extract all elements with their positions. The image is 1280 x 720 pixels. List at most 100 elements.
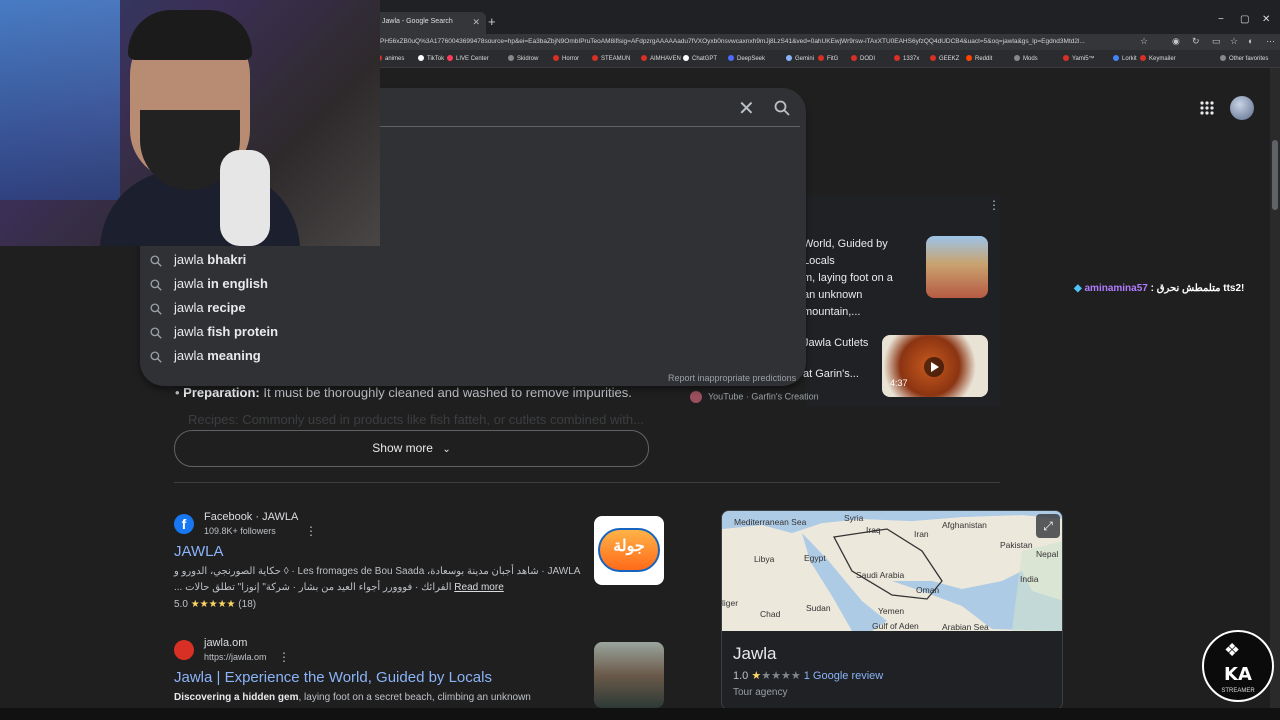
video-source[interactable]: YouTube · Garfin's Creation [690, 391, 819, 403]
bookmark-item[interactable]: DODI [851, 55, 875, 62]
bookmark-item[interactable]: ChatGPT [683, 55, 717, 62]
report-predictions-link[interactable]: Report inappropriate predictions [668, 373, 796, 383]
result-thumbnail[interactable] [594, 642, 664, 708]
rating-value: 1.0 [733, 670, 749, 682]
rating-value: 5.0 [174, 599, 188, 610]
close-tab-icon[interactable]: ✕ [472, 17, 480, 28]
suggestion-prefix: jawla [174, 276, 208, 291]
bookmark-item[interactable]: LIVE Center [447, 55, 489, 62]
search-icon[interactable] [774, 100, 790, 116]
apps-grid-icon[interactable] [1200, 101, 1214, 115]
chat-text: متلمطش نحرق tts2! [1156, 283, 1245, 294]
webcam-person-hair [128, 10, 252, 60]
jawla-logo-thumbnail[interactable]: جولة [594, 516, 664, 585]
suggestion-prefix: jawla [174, 324, 208, 339]
search-icon [150, 351, 162, 363]
result-snippet: Discovering a hidden gem, laying foot on… [174, 692, 531, 703]
result-more-icon[interactable]: ⋮ [305, 524, 317, 538]
account-avatar[interactable] [1230, 96, 1254, 120]
clear-search-icon[interactable]: ✕ [738, 96, 755, 121]
bookmark-favicon-icon [851, 55, 857, 61]
read-more-link[interactable]: Read more [454, 582, 503, 593]
split-icon[interactable]: ▭ [1212, 36, 1221, 47]
result-url[interactable]: https://jawla.om [204, 652, 267, 662]
map-label: Oman [916, 585, 940, 595]
map-label: Gulf of Aden [872, 621, 919, 631]
favorites-icon[interactable]: ☆ [1230, 36, 1238, 47]
result-site[interactable]: jawla.om [204, 637, 247, 649]
taskbar [0, 708, 1280, 720]
refresh-icon[interactable]: ↻ [1192, 36, 1200, 47]
result-more-icon[interactable]: ⋮ [278, 650, 290, 664]
map-label: Egypt [804, 553, 826, 563]
jawla-site-icon [174, 640, 194, 660]
source-label: YouTube · Garfin's Creation [708, 391, 819, 402]
result-title-link[interactable]: Jawla | Experience the World, Guided by … [174, 669, 492, 686]
bookmark-item[interactable]: Keymailer [1140, 55, 1176, 62]
video-thumbnail-1[interactable] [926, 236, 988, 298]
bookmark-item[interactable]: 1337x [894, 55, 919, 62]
bookmark-item[interactable]: GEEKZ [930, 55, 959, 62]
minimize-icon[interactable]: − [1218, 14, 1224, 25]
bookmark-item[interactable]: TikTok [418, 55, 444, 62]
result-site[interactable]: Facebook · JAWLA [204, 511, 298, 523]
expand-map-icon[interactable]: ⤢ [1036, 514, 1060, 538]
search-suggestion[interactable]: jawla in english [150, 276, 268, 298]
search-suggestion[interactable]: jawla recipe [150, 300, 246, 322]
more-icon[interactable]: ⋯ [1266, 36, 1275, 47]
bookmark-item[interactable]: Skidrow [508, 55, 538, 62]
more-options-icon[interactable]: ⋮ [988, 198, 1000, 212]
webcam-background [0, 0, 120, 200]
bookmark-favicon-icon [1113, 55, 1119, 61]
bookmark-item[interactable]: Reddit [966, 55, 992, 62]
bookmark-favicon-icon [1140, 55, 1146, 61]
bookmark-item[interactable]: Gemini [786, 55, 814, 62]
close-window-icon[interactable]: ✕ [1262, 14, 1270, 25]
review-link[interactable]: 1 Google review [804, 670, 884, 682]
maximize-icon[interactable]: ▢ [1240, 14, 1249, 25]
url-text[interactable]: PH56xZB0uQ%3A17760043699478source=hp&ei=… [380, 38, 1140, 45]
bookmark-item[interactable]: FitG [818, 55, 838, 62]
prep-text: It must be thoroughly cleaned and washed… [259, 385, 632, 400]
search-suggestion[interactable]: jawla bhakri [150, 252, 246, 274]
extension-icon[interactable]: ◉ [1172, 36, 1180, 47]
star-icon[interactable]: ☆ [1140, 36, 1148, 47]
bookmark-item[interactable]: Lorkit [1113, 55, 1137, 62]
bookmark-item[interactable]: STEAMUN [592, 55, 630, 62]
bookmark-item[interactable]: Mods [1014, 55, 1038, 62]
place-title: Jawla [733, 644, 777, 663]
bookmark-favicon-icon [1014, 55, 1020, 61]
bookmark-favicon-icon [447, 55, 453, 61]
scrollbar-thumb[interactable] [1272, 140, 1278, 210]
search-suggestion[interactable]: jawla fish protein [150, 324, 278, 346]
bookmark-item[interactable]: Other favorites [1220, 55, 1268, 62]
map-label: Saudi Arabia [856, 570, 905, 580]
bookmark-item[interactable]: DeepSeek [728, 55, 765, 62]
result-title-link[interactable]: JAWLA [174, 543, 223, 560]
rating-count: (18) [238, 599, 257, 610]
map-label: Iraq [866, 525, 881, 535]
bookmark-item[interactable]: AIMHAVEN [641, 55, 681, 62]
search-icon [150, 255, 162, 267]
bookmark-favicon-icon [818, 55, 824, 61]
video-result-1[interactable]: World, Guided by Locals m, laying foot o… [803, 236, 921, 321]
search-suggestion[interactable]: jawla meaning [150, 348, 261, 370]
bookmark-label: Reddit [975, 56, 993, 62]
search-icon [150, 303, 162, 315]
new-tab-button[interactable]: + [488, 14, 496, 29]
bookmark-item[interactable]: animes [376, 55, 404, 62]
bookmark-label: TikTok [427, 56, 445, 62]
bookmark-label: Lorkit [1122, 56, 1137, 62]
show-more-button[interactable]: Show more ⌄ [174, 430, 649, 467]
profile-icon[interactable]: ◐ [1248, 36, 1253, 46]
bookmark-label: FitG [827, 56, 839, 62]
star-filled-icon: ★ [751, 670, 762, 682]
snippet-text: , laying foot on a secret beach, climbin… [298, 692, 531, 703]
tab-title: Jawla - Google Search [382, 18, 453, 25]
bookmark-item[interactable]: Horror [553, 55, 579, 62]
browser-tab[interactable]: Jawla - Google Search ✕ [374, 12, 486, 34]
bookmark-item[interactable]: Yami5™ [1063, 55, 1095, 62]
bookmark-label: DODI [860, 56, 875, 62]
search-icon [150, 327, 162, 339]
bookmark-favicon-icon [728, 55, 734, 61]
